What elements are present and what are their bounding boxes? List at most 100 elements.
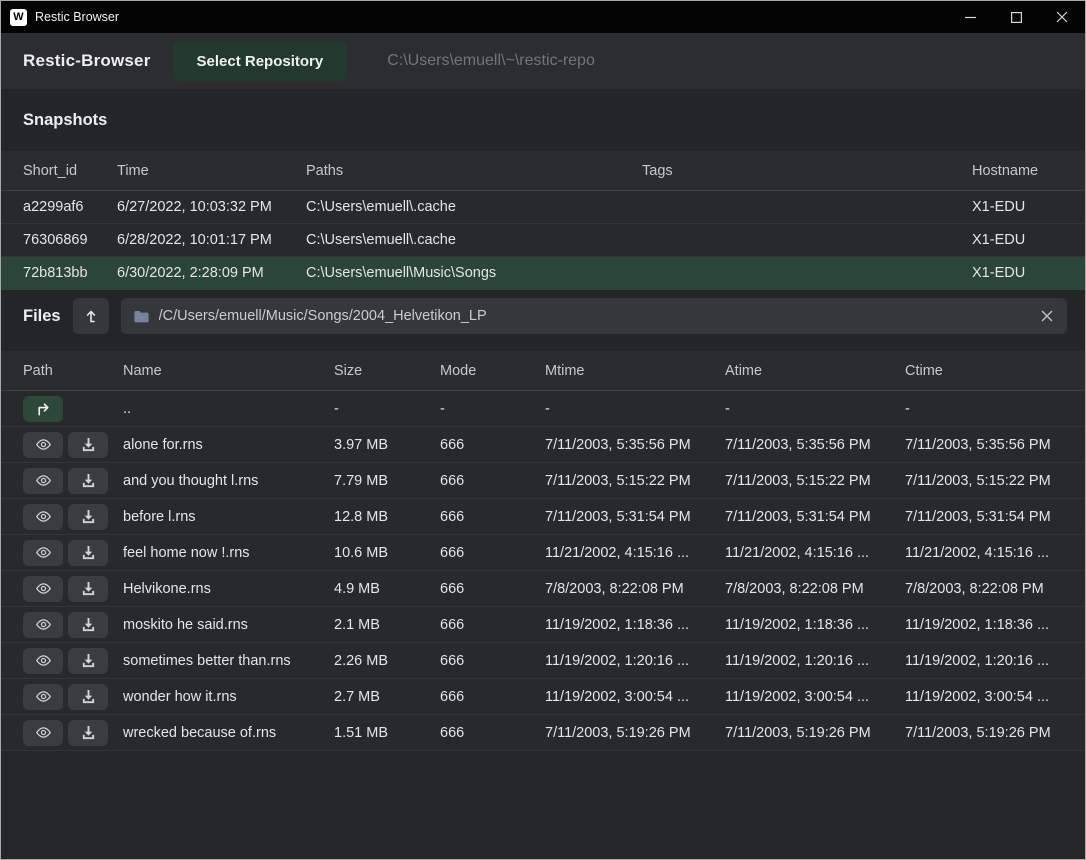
file-name: and you thought l.rns [123,473,334,489]
preview-file-button[interactable] [23,504,63,530]
file-atime: 11/19/2002, 3:00:54 ... [725,689,905,705]
file-size: 1.51 MB [334,725,440,741]
parent-directory-button[interactable] [73,298,109,334]
window-title: Restic Browser [35,10,119,24]
minimize-icon [965,12,976,23]
download-file-button[interactable] [68,684,108,710]
file-actions [23,468,123,494]
file-atime: - [725,401,905,417]
column-header-mtime: Mtime [545,363,725,379]
section-divider [1,342,1085,351]
download-file-button[interactable] [68,576,108,602]
go-up-directory-button[interactable] [23,396,63,422]
preview-file-button[interactable] [23,432,63,458]
preview-file-button[interactable] [23,612,63,638]
file-mtime: 11/19/2002, 1:18:36 ... [545,617,725,633]
file-row[interactable]: Helvikone.rns 4.9 MB 666 7/8/2003, 8:22:… [1,571,1085,607]
files-table-body: .. - - - - - alone for.rns [1,391,1085,751]
download-file-button[interactable] [68,432,108,458]
file-mtime: - [545,401,725,417]
snapshot-row[interactable]: 76306869 6/28/2022, 10:01:17 PM C:\Users… [1,224,1085,257]
file-name: wrecked because of.rns [123,725,334,741]
close-button[interactable] [1039,1,1085,33]
preview-file-button[interactable] [23,576,63,602]
download-icon [81,617,96,632]
file-row[interactable]: moskito he said.rns 2.1 MB 666 11/19/200… [1,607,1085,643]
file-mtime: 11/21/2002, 4:15:16 ... [545,545,725,561]
file-row[interactable]: wrecked because of.rns 1.51 MB 666 7/11/… [1,715,1085,751]
file-mode: 666 [440,473,545,489]
file-ctime: 7/11/2003, 5:15:22 PM [905,473,1085,489]
empty-area [1,751,1085,859]
download-file-button[interactable] [68,612,108,638]
clear-path-button[interactable] [1039,308,1055,324]
wails-logo: W [10,9,27,26]
preview-file-button[interactable] [23,684,63,710]
file-actions [23,504,123,530]
file-ctime: - [905,401,1085,417]
snapshot-paths: C:\Users\emuell\.cache [306,232,642,248]
file-actions [23,396,123,422]
download-icon [81,581,96,596]
column-header-size: Size [334,363,440,379]
file-row[interactable]: sometimes better than.rns 2.26 MB 666 11… [1,643,1085,679]
snapshot-time: 6/28/2022, 10:01:17 PM [117,232,306,248]
snapshot-row[interactable]: a2299af6 6/27/2022, 10:03:32 PM C:\Users… [1,191,1085,224]
file-mode: - [440,401,545,417]
file-row[interactable]: before l.rns 12.8 MB 666 7/11/2003, 5:31… [1,499,1085,535]
folder-icon [133,309,150,324]
snapshot-row[interactable]: 72b813bb 6/30/2022, 2:28:09 PM C:\Users\… [1,257,1085,290]
maximize-icon [1011,12,1022,23]
file-mtime: 11/19/2002, 3:00:54 ... [545,689,725,705]
titlebar: W Restic Browser [1,1,1085,33]
file-atime: 7/11/2003, 5:19:26 PM [725,725,905,741]
column-header-atime: Atime [725,363,905,379]
file-row[interactable]: alone for.rns 3.97 MB 666 7/11/2003, 5:3… [1,427,1085,463]
file-name: before l.rns [123,509,334,525]
eye-icon [35,618,52,631]
eye-icon [35,582,52,595]
snapshot-paths: C:\Users\emuell\Music\Songs [306,265,642,281]
column-header-ctime: Ctime [905,363,1085,379]
file-atime: 7/11/2003, 5:15:22 PM [725,473,905,489]
app-title: Restic-Browser [23,51,151,71]
snapshot-hostname: X1-EDU [972,199,1085,215]
preview-file-button[interactable] [23,468,63,494]
preview-file-button[interactable] [23,540,63,566]
clear-icon [1041,310,1053,322]
download-file-button[interactable] [68,720,108,746]
app-window: W Restic Browser Restic-Browser Select R… [0,0,1086,860]
file-row[interactable]: feel home now !.rns 10.6 MB 666 11/21/20… [1,535,1085,571]
file-ctime: 7/11/2003, 5:35:56 PM [905,437,1085,453]
snapshot-paths: C:\Users\emuell\.cache [306,199,642,215]
file-actions [23,684,123,710]
files-toolbar: Files /C/Users/emuell/Music/Songs/2004_H… [1,290,1085,342]
file-atime: 11/21/2002, 4:15:16 ... [725,545,905,561]
file-atime: 11/19/2002, 1:18:36 ... [725,617,905,633]
minimize-button[interactable] [947,1,993,33]
current-path-input[interactable]: /C/Users/emuell/Music/Songs/2004_Helveti… [121,298,1067,334]
snapshot-hostname: X1-EDU [972,265,1085,281]
snapshot-time: 6/30/2022, 2:28:09 PM [117,265,306,281]
file-size: 3.97 MB [334,437,440,453]
eye-icon [35,438,52,451]
column-header-path: Path [23,363,123,379]
file-size: 7.79 MB [334,473,440,489]
file-mtime: 7/11/2003, 5:31:54 PM [545,509,725,525]
preview-file-button[interactable] [23,648,63,674]
eye-icon [35,726,52,739]
download-icon [81,653,96,668]
download-file-button[interactable] [68,540,108,566]
select-repository-button[interactable]: Select Repository [173,41,348,81]
file-row[interactable]: wonder how it.rns 2.7 MB 666 11/19/2002,… [1,679,1085,715]
file-row[interactable]: and you thought l.rns 7.79 MB 666 7/11/2… [1,463,1085,499]
file-atime: 7/11/2003, 5:35:56 PM [725,437,905,453]
download-file-button[interactable] [68,504,108,530]
download-file-button[interactable] [68,468,108,494]
file-mtime: 7/11/2003, 5:35:56 PM [545,437,725,453]
preview-file-button[interactable] [23,720,63,746]
file-row[interactable]: .. - - - - - [1,391,1085,427]
maximize-button[interactable] [993,1,1039,33]
download-file-button[interactable] [68,648,108,674]
file-name: .. [123,401,334,417]
